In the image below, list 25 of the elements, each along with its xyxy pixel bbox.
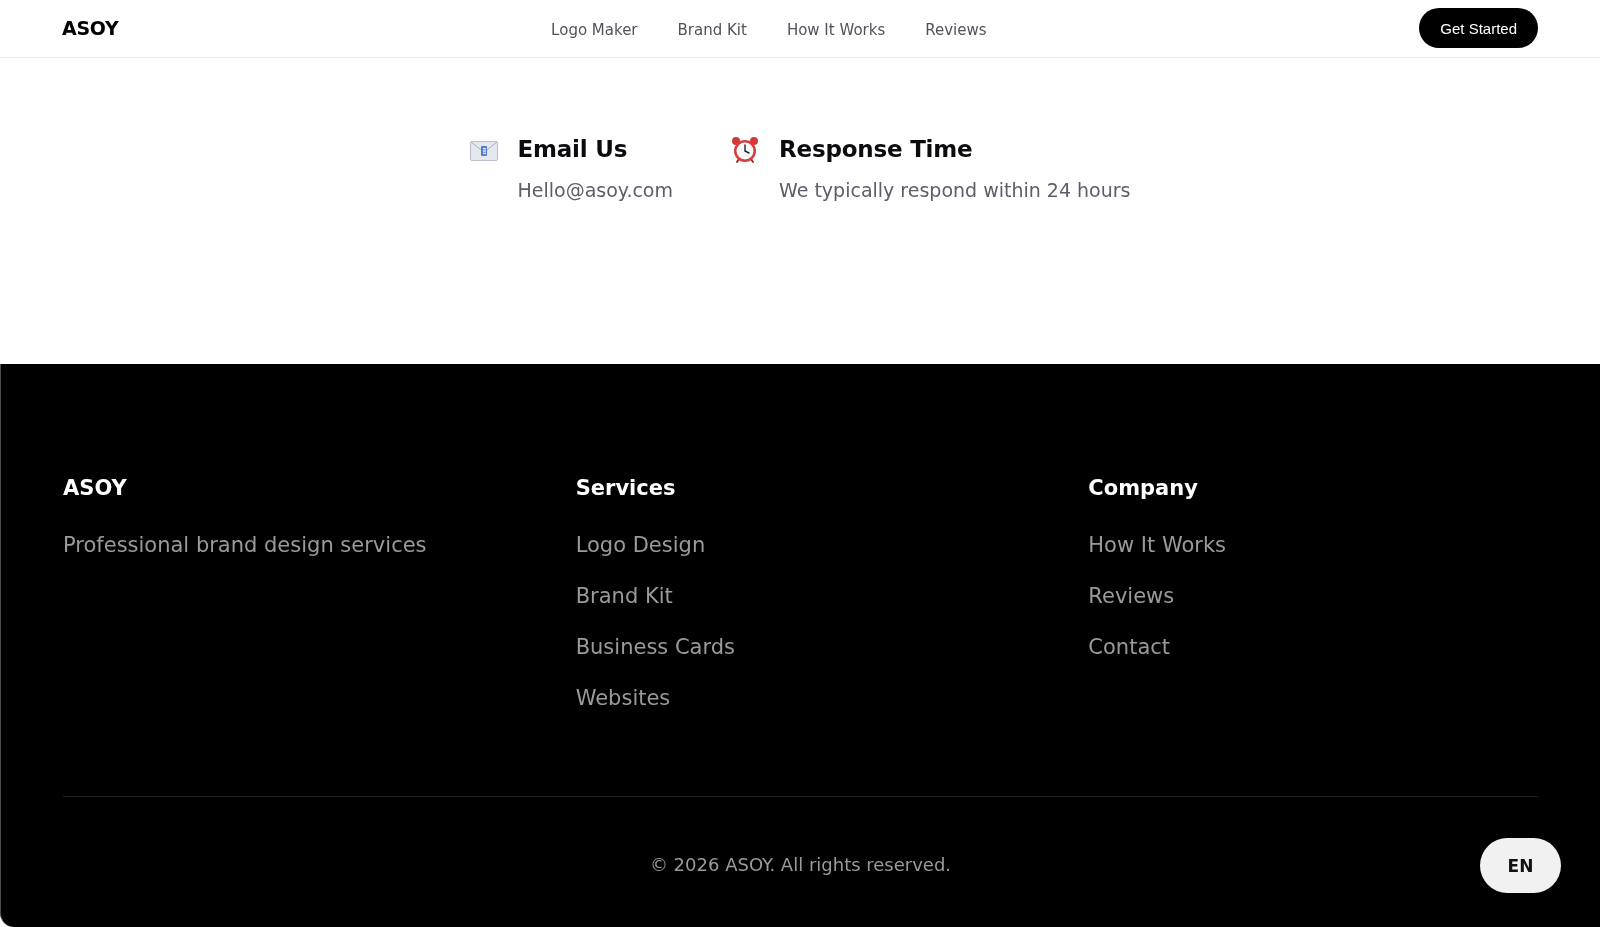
footer-tagline: Professional brand design services [63, 532, 427, 559]
brand-logo[interactable]: ASOY [62, 16, 119, 39]
language-button[interactable]: EN [1480, 838, 1561, 893]
footer-link[interactable]: Brand Kit [575, 581, 673, 611]
contact-detail: Hello@asoy.com [517, 178, 673, 203]
contact-heading: Email Us [517, 135, 629, 164]
footer-heading: Company [1088, 475, 1198, 502]
footer-link[interactable]: Logo Design [575, 530, 706, 560]
footer-brand: ASOY [63, 475, 127, 502]
get-started-button[interactable]: Get Started [1419, 8, 1538, 48]
nav-link[interactable]: Logo Maker [551, 20, 638, 39]
copyright-text: © 2026 ASOY. All rights reserved. [649, 853, 952, 877]
alarm-clock-icon [731, 136, 759, 164]
contact-detail: We typically respond within 24 hours [779, 178, 1131, 203]
footer-link[interactable]: Business Cards [575, 632, 735, 662]
nav-link[interactable]: How It Works [786, 20, 886, 39]
nav-link[interactable]: Brand Kit [677, 20, 747, 39]
footer-link[interactable]: How It Works [1088, 530, 1227, 560]
footer-link[interactable]: Websites [575, 683, 671, 713]
contact-heading: Response Time [779, 135, 974, 164]
footer-link[interactable]: Reviews [1088, 581, 1175, 611]
nav-link[interactable]: Reviews [925, 20, 987, 39]
envelope-icon [469, 141, 498, 161]
footer-link[interactable]: Contact [1088, 632, 1171, 662]
footer-heading: Services [575, 475, 676, 502]
